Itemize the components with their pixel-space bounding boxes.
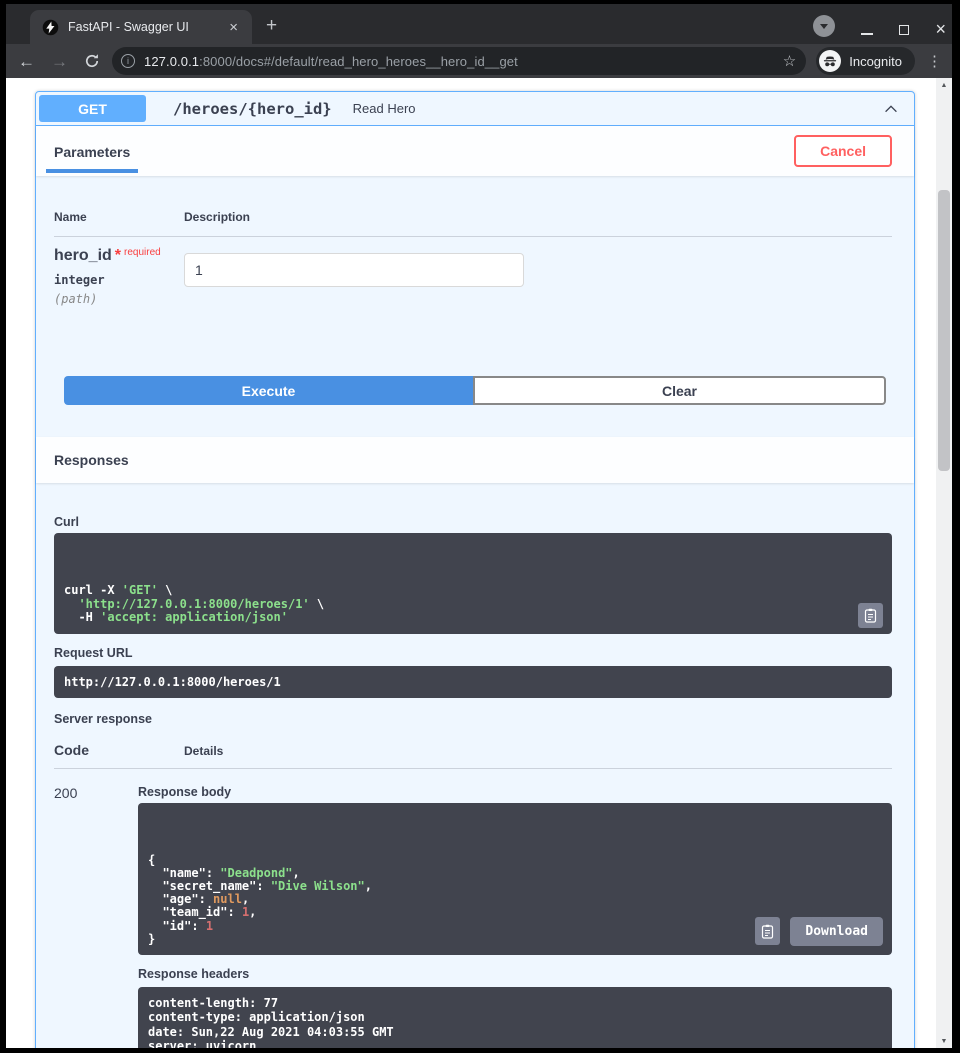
tab-close-icon[interactable]: × bbox=[225, 18, 242, 37]
endpoint-summary: Read Hero bbox=[353, 101, 416, 116]
execute-button[interactable]: Execute bbox=[64, 376, 473, 405]
browser-toolbar: ← → i 127.0.0.1:8000/docs#/default/read_… bbox=[6, 44, 952, 78]
browser-content: GET /heroes/{hero_id} Read Hero Paramete… bbox=[6, 78, 952, 1048]
code-column-header: Code bbox=[54, 742, 184, 758]
parameters-section-header: Parameters Cancel bbox=[36, 126, 914, 176]
parameters-table: Name Description hero_id*required intege… bbox=[36, 176, 914, 347]
required-label: required bbox=[124, 247, 161, 258]
code-line: date: Sun,22 Aug 2021 04:03:55 GMT bbox=[148, 1025, 882, 1039]
code-line: curl -X 'GET' \ bbox=[64, 584, 882, 598]
responses-section-header: Responses bbox=[36, 437, 914, 483]
response-body-actions: Download bbox=[755, 917, 883, 946]
browser-menu-button[interactable]: ⋮ bbox=[927, 52, 942, 70]
window-maximize-button[interactable] bbox=[899, 25, 909, 35]
incognito-label: Incognito bbox=[849, 54, 902, 69]
swagger-page: GET /heroes/{hero_id} Read Hero Paramete… bbox=[6, 78, 936, 1048]
url-host: 127.0.0.1 bbox=[144, 54, 199, 69]
url-text: 127.0.0.1:8000/docs#/default/read_hero_h… bbox=[144, 54, 775, 69]
parameter-location: (path) bbox=[54, 292, 184, 306]
server-response-row: 200 Response body bbox=[54, 769, 892, 1049]
tab-strip: FastAPI - Swagger UI × + × bbox=[6, 4, 952, 44]
code-line: "age": null, bbox=[148, 893, 882, 906]
hero-id-input[interactable] bbox=[184, 253, 524, 287]
code-line: "secret_name": "Dive Wilson", bbox=[148, 880, 882, 893]
parameters-tab-label: Parameters bbox=[54, 144, 130, 160]
cancel-button[interactable]: Cancel bbox=[794, 135, 892, 167]
clipboard-icon bbox=[761, 924, 774, 939]
back-button[interactable]: ← bbox=[18, 53, 35, 70]
status-code: 200 bbox=[54, 785, 138, 1049]
scroll-up-arrow-icon[interactable]: ▲ bbox=[936, 78, 952, 92]
new-tab-button[interactable]: + bbox=[266, 15, 277, 37]
tab-title: FastAPI - Swagger UI bbox=[68, 20, 225, 34]
parameters-table-header: Name Description bbox=[54, 210, 892, 237]
copy-curl-button[interactable] bbox=[858, 603, 883, 628]
window-minimize-button[interactable] bbox=[861, 33, 873, 35]
response-body-label: Response body bbox=[138, 785, 892, 799]
reload-button[interactable] bbox=[84, 53, 100, 69]
response-headers-block: content-length: 77content-type: applicat… bbox=[138, 987, 892, 1048]
browser-chrome: FastAPI - Swagger UI × + × ← → i 127.0.0… bbox=[6, 4, 952, 78]
parameter-row: hero_id*required integer (path) bbox=[54, 247, 892, 327]
minimize-icon bbox=[861, 33, 873, 35]
parameter-type: integer bbox=[54, 273, 184, 287]
download-button[interactable]: Download bbox=[790, 917, 883, 946]
browser-window: FastAPI - Swagger UI × + × ← → i 127.0.0… bbox=[0, 0, 960, 1053]
scrollbar-thumb[interactable] bbox=[938, 190, 950, 471]
code-line: -H 'accept: application/json' bbox=[64, 611, 882, 625]
caret-down-icon bbox=[820, 24, 828, 29]
request-url-label: Request URL bbox=[54, 646, 892, 660]
collapse-chevron-up-icon[interactable] bbox=[882, 100, 900, 118]
parameter-value-cell bbox=[184, 247, 892, 327]
code-line: 'http://127.0.0.1:8000/heroes/1' \ bbox=[64, 598, 882, 612]
tab-parameters[interactable]: Parameters bbox=[46, 129, 138, 173]
description-column-header: Description bbox=[184, 210, 250, 224]
response-headers-label: Response headers bbox=[138, 967, 892, 981]
reload-icon bbox=[84, 53, 100, 69]
curl-label: Curl bbox=[54, 515, 892, 529]
clipboard-icon bbox=[864, 608, 877, 623]
incognito-icon bbox=[819, 50, 841, 72]
server-response-label: Server response bbox=[54, 712, 892, 726]
responses-section: Curl curl -X 'GET' \ 'http://127.0.0.1:8… bbox=[36, 483, 914, 1048]
details-column-header: Details bbox=[184, 744, 223, 758]
fastapi-favicon-icon bbox=[42, 19, 59, 36]
response-details-cell: Response body bbox=[138, 785, 892, 1049]
maximize-icon bbox=[899, 25, 909, 35]
parameter-name-cell: hero_id*required integer (path) bbox=[54, 247, 184, 327]
required-star: * bbox=[115, 247, 121, 264]
opblock-summary[interactable]: GET /heroes/{hero_id} Read Hero bbox=[36, 92, 914, 126]
browser-tab[interactable]: FastAPI - Swagger UI × bbox=[30, 10, 252, 44]
code-line: content-length: 77 bbox=[148, 996, 882, 1010]
url-bar[interactable]: i 127.0.0.1:8000/docs#/default/read_hero… bbox=[112, 47, 806, 75]
name-column-header: Name bbox=[54, 210, 184, 224]
copy-response-button[interactable] bbox=[755, 917, 780, 945]
bookmark-star-icon[interactable]: ☆ bbox=[783, 52, 796, 70]
code-line: server: uvicorn bbox=[148, 1039, 882, 1048]
server-response-table-header: Code Details bbox=[54, 742, 892, 769]
response-body-block: Download { "name": "Deadpond", "secret_n… bbox=[138, 803, 892, 955]
tab-search-button[interactable] bbox=[813, 15, 835, 37]
parameter-name: hero_id*required bbox=[54, 247, 184, 265]
window-close-button[interactable]: × bbox=[935, 23, 946, 35]
request-url-block: http://127.0.0.1:8000/heroes/1 bbox=[54, 666, 892, 698]
opblock-get-read-hero: GET /heroes/{hero_id} Read Hero Paramete… bbox=[35, 91, 915, 1048]
curl-command-block: curl -X 'GET' \ 'http://127.0.0.1:8000/h… bbox=[54, 533, 892, 634]
forward-button[interactable]: → bbox=[51, 53, 68, 70]
get-method-badge: GET bbox=[39, 95, 146, 122]
scroll-down-arrow-icon[interactable]: ▼ bbox=[936, 1034, 952, 1048]
site-info-icon[interactable]: i bbox=[121, 54, 135, 68]
responses-title: Responses bbox=[54, 452, 129, 468]
execute-row: Execute Clear bbox=[64, 376, 886, 405]
endpoint-path: /heroes/{hero_id} bbox=[173, 100, 332, 118]
clear-button[interactable]: Clear bbox=[473, 376, 886, 405]
url-path: :8000/docs#/default/read_hero_heroes__he… bbox=[199, 54, 518, 69]
page-scrollbar[interactable]: ▲ ▼ bbox=[936, 78, 952, 1048]
request-url-value: http://127.0.0.1:8000/heroes/1 bbox=[64, 675, 281, 689]
code-line: content-type: application/json bbox=[148, 1010, 882, 1024]
incognito-badge: Incognito bbox=[816, 47, 915, 75]
